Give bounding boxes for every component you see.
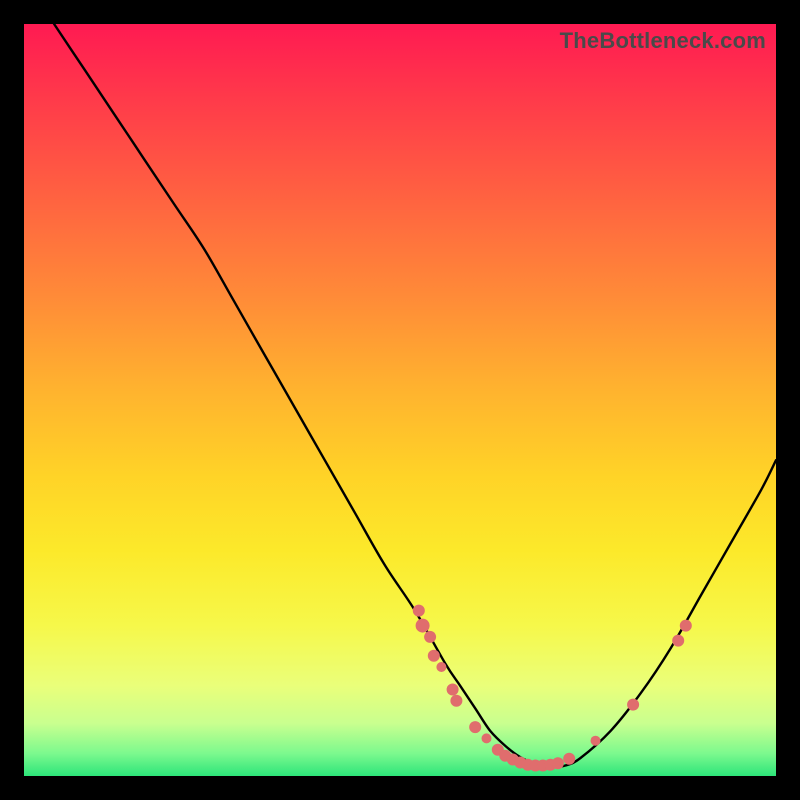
data-point bbox=[672, 635, 684, 647]
data-point bbox=[416, 619, 430, 633]
data-point bbox=[680, 620, 692, 632]
data-point bbox=[450, 695, 462, 707]
bottleneck-curve bbox=[54, 24, 776, 767]
data-point bbox=[591, 736, 601, 746]
data-point bbox=[627, 699, 639, 711]
data-point bbox=[482, 733, 492, 743]
data-point bbox=[413, 605, 425, 617]
data-point bbox=[563, 753, 575, 765]
data-point bbox=[469, 721, 481, 733]
data-point bbox=[424, 631, 436, 643]
data-point bbox=[447, 684, 459, 696]
data-point bbox=[428, 650, 440, 662]
data-point bbox=[552, 757, 564, 769]
data-point bbox=[436, 662, 446, 672]
chart-frame: TheBottleneck.com bbox=[24, 24, 776, 776]
plot-svg bbox=[24, 24, 776, 776]
data-points bbox=[413, 605, 692, 772]
